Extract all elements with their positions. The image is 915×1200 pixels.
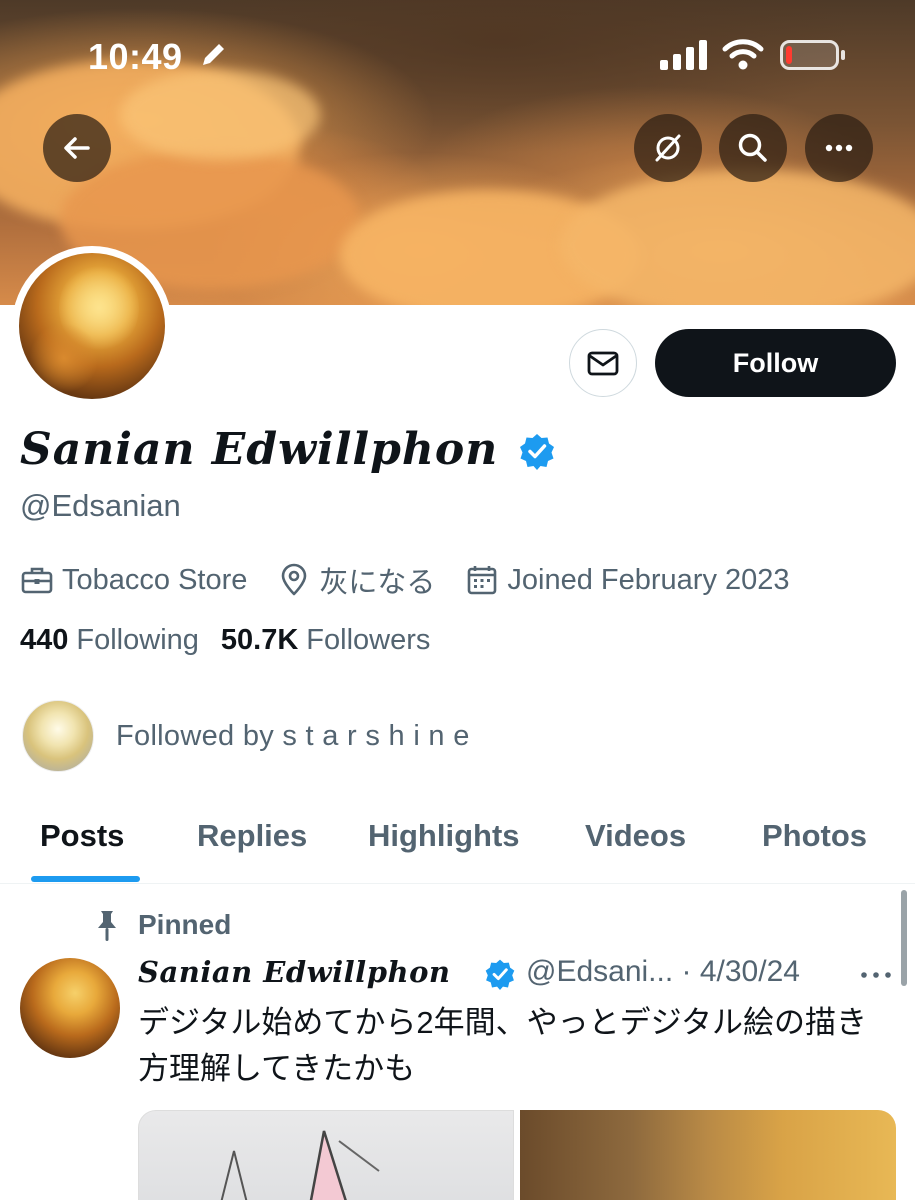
profile-category: Tobacco Store — [20, 563, 247, 597]
followers-count: 50.7K — [220, 624, 299, 656]
more-horizontal-icon — [825, 144, 853, 152]
arrow-left-icon — [64, 137, 90, 159]
pencil-icon — [203, 44, 224, 65]
verified-badge-icon — [485, 959, 515, 990]
tab-photos[interactable]: Photos — [762, 818, 867, 854]
pinned-label: Pinned — [138, 909, 232, 940]
grok-button[interactable] — [634, 114, 702, 182]
tab-videos[interactable]: Videos — [585, 818, 686, 854]
category-text: Tobacco Store — [62, 563, 248, 596]
battery-icon — [780, 40, 845, 70]
followed-by-text: Followed by s t a r s h i n e — [116, 719, 470, 752]
cellular-signal-icon — [660, 40, 707, 70]
avatar-image — [19, 253, 165, 399]
tab-posts[interactable]: Posts — [40, 818, 124, 854]
status-time: 10:49 — [88, 36, 183, 77]
display-name: Sanian Edwillphon — [20, 424, 499, 475]
wifi-icon — [722, 39, 764, 70]
joined-text: Joined February 2023 — [507, 563, 790, 596]
post-image-1[interactable] — [138, 1110, 514, 1200]
post-text: デジタル始めてから2年間、やっとデジタル絵の描き方理解してきたかも — [138, 1005, 867, 1086]
profile-meta: Tobacco Store 灰になる Joined February 2023 — [20, 560, 820, 600]
post-author-avatar[interactable] — [20, 958, 120, 1058]
scrollbar[interactable] — [901, 890, 907, 986]
location-pin-icon — [282, 563, 307, 596]
message-button[interactable] — [569, 329, 637, 397]
location-text: 灰になる — [319, 567, 436, 599]
post-handle-date: @Edsani... · 4/30/24 — [526, 955, 800, 988]
profile-location: 灰になる — [277, 559, 435, 601]
post-author-name[interactable]: Sanian Edwillphon — [138, 955, 451, 989]
following-count: 440 — [20, 624, 69, 656]
profile-avatar[interactable] — [12, 246, 172, 406]
user-handle: @Edsanian — [20, 488, 181, 523]
follow-button[interactable]: Follow — [655, 329, 896, 397]
profile-joined: Joined February 2023 — [465, 563, 790, 597]
verified-badge-icon[interactable] — [518, 432, 556, 470]
profile-tabs: Posts Replies Highlights Videos Photos — [0, 800, 915, 884]
briefcase-icon — [21, 567, 53, 594]
search-icon — [738, 133, 767, 162]
active-tab-indicator — [31, 876, 140, 882]
following-link[interactable]: 440 Following — [20, 624, 199, 657]
back-button[interactable] — [43, 114, 111, 182]
following-label: Following — [76, 624, 199, 656]
mutual-follower-avatar — [22, 700, 94, 772]
followers-link[interactable]: 50.7K Followers — [221, 624, 430, 657]
sketch-illustration — [220, 1130, 380, 1200]
follow-counts: 440 Following 50.7K Followers — [20, 624, 452, 657]
search-button[interactable] — [719, 114, 787, 182]
mail-icon — [587, 351, 619, 376]
followers-label: Followers — [306, 624, 431, 656]
followed-by-row[interactable]: Followed by s t a r s h i n e — [22, 700, 470, 772]
post-image-2[interactable] — [520, 1110, 896, 1200]
more-horizontal-icon[interactable] — [858, 960, 894, 990]
grok-icon — [655, 134, 681, 162]
pin-icon — [98, 911, 116, 941]
tab-highlights[interactable]: Highlights — [368, 818, 520, 854]
more-options-button[interactable] — [805, 114, 873, 182]
calendar-icon — [468, 566, 497, 595]
tab-replies[interactable]: Replies — [197, 818, 307, 854]
